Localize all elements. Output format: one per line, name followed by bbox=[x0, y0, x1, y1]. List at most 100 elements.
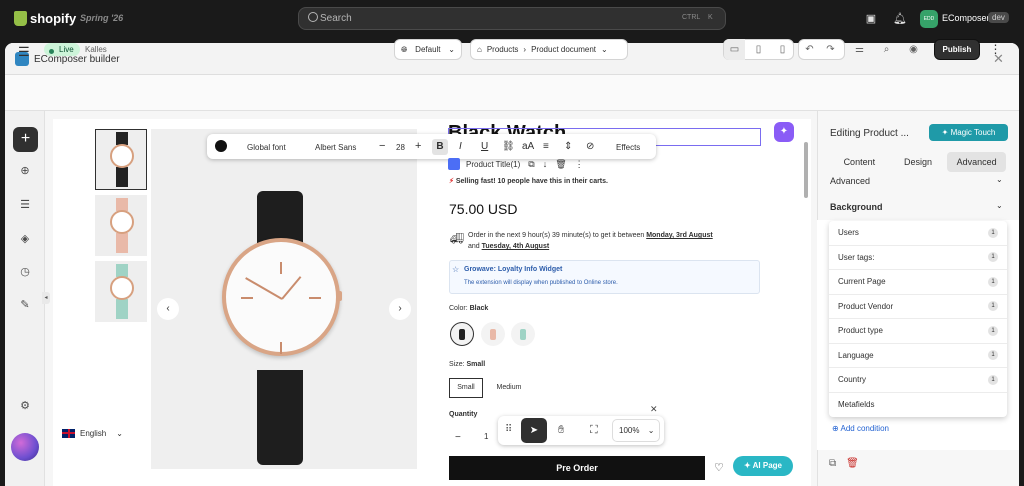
align-icon[interactable]: ≡ bbox=[543, 141, 549, 152]
tick-9 bbox=[241, 297, 253, 299]
condition-label: Users bbox=[838, 228, 859, 238]
element-chip-label[interactable]: Product Title(1) bbox=[466, 160, 520, 169]
next-image-button[interactable]: › bbox=[389, 298, 411, 320]
language-select[interactable]: English ⌄ bbox=[62, 423, 134, 443]
font-source[interactable]: Global font bbox=[247, 143, 286, 152]
mobile-icon[interactable]: ▯ bbox=[772, 39, 793, 60]
tab-content[interactable]: Content bbox=[830, 152, 889, 172]
page-select[interactable]: ⌂ Products › Product document ⌄ bbox=[470, 39, 628, 60]
font-size-increase[interactable]: + bbox=[415, 140, 421, 152]
duplicate-icon[interactable]: ⧉ bbox=[528, 159, 534, 170]
chevron-down-icon[interactable]: ⌄ bbox=[996, 201, 1003, 210]
zoom-select[interactable]: 100% ⌄ bbox=[612, 419, 660, 442]
breadcrumb-document[interactable]: Product document bbox=[531, 45, 596, 54]
thumbnail-mint[interactable] bbox=[95, 261, 147, 322]
condition-item-product-vendor[interactable]: Product Vendor 1 bbox=[829, 295, 1007, 319]
prev-image-button[interactable]: ‹ bbox=[157, 298, 179, 320]
chevron-down-icon: ⌄ bbox=[448, 45, 455, 54]
collapse-sidebar-icon[interactable]: ◂ bbox=[42, 292, 50, 304]
avatar[interactable]: EDD bbox=[920, 10, 938, 28]
user-name[interactable]: EComposer bbox=[942, 13, 990, 23]
settings-sliders-icon[interactable]: ⚌ bbox=[849, 39, 870, 60]
hand-tool-icon[interactable]: ✋︎ bbox=[558, 424, 564, 437]
text-case-button[interactable]: aA bbox=[522, 141, 534, 152]
font-family[interactable]: Albert Sans bbox=[315, 143, 356, 152]
condition-item-product-type[interactable]: Product type 1 bbox=[829, 319, 1007, 344]
apps-icon[interactable]: ✎ bbox=[16, 296, 34, 314]
swatch-mint[interactable] bbox=[511, 322, 535, 346]
canvas-scrollbar[interactable] bbox=[804, 142, 808, 198]
font-size-decrease[interactable]: − bbox=[379, 140, 385, 152]
menu-icon[interactable]: ☰ bbox=[18, 44, 30, 60]
heart-icon[interactable]: ♡ bbox=[714, 461, 724, 474]
layout-select[interactable]: 🌐︎ Default ⌄ bbox=[394, 39, 462, 60]
publish-button[interactable]: Publish bbox=[934, 39, 980, 60]
add-element-button[interactable]: + bbox=[13, 127, 38, 152]
gear-icon[interactable]: ⚙ bbox=[16, 397, 34, 415]
quantity-decrease[interactable]: − bbox=[455, 432, 461, 443]
cursor-tool-icon[interactable]: ➤ bbox=[521, 418, 547, 443]
tablet-icon[interactable]: ▯ bbox=[748, 39, 769, 60]
shopify-logo[interactable]: shopify bbox=[30, 11, 76, 26]
fit-screen-icon[interactable]: ⛶ bbox=[590, 424, 598, 437]
sections-icon[interactable]: ☰ bbox=[16, 196, 34, 214]
swatch-black[interactable] bbox=[450, 322, 474, 346]
ai-page-button[interactable]: ✦ AI Page bbox=[733, 456, 793, 476]
italic-button[interactable]: I bbox=[459, 141, 462, 152]
swatch-pink[interactable] bbox=[481, 322, 505, 346]
font-size-value[interactable]: 28 bbox=[396, 143, 405, 152]
search-input[interactable] bbox=[298, 7, 726, 30]
magic-touch-button[interactable]: ✦ Magic Touch bbox=[929, 124, 1008, 141]
link-icon[interactable]: ⛓︎ bbox=[502, 141, 515, 152]
advanced-section-header[interactable]: Advanced bbox=[830, 176, 870, 186]
thumbnail-black[interactable] bbox=[95, 129, 147, 190]
shopify-bag-icon[interactable] bbox=[14, 11, 27, 26]
breadcrumb-products[interactable]: Products bbox=[487, 45, 519, 54]
clear-format-icon[interactable]: ⊘ bbox=[586, 141, 594, 152]
tab-advanced[interactable]: Advanced bbox=[947, 152, 1007, 172]
condition-item-country[interactable]: Country 1 bbox=[829, 368, 1007, 393]
effects-button[interactable]: Effects bbox=[616, 143, 640, 152]
pre-order-button[interactable]: Pre Order bbox=[449, 456, 705, 480]
layers-icon[interactable]: ◈ bbox=[16, 230, 34, 248]
ai-magic-icon[interactable]: ✦ bbox=[774, 122, 794, 142]
condition-item-users[interactable]: Users 1 bbox=[829, 221, 1007, 246]
background-section-header[interactable]: Background bbox=[830, 202, 883, 212]
undo-icon[interactable]: ↶ bbox=[799, 39, 820, 60]
bold-button[interactable]: B bbox=[432, 139, 448, 155]
condition-item-user-tags[interactable]: User tags: 1 bbox=[829, 246, 1007, 270]
line-height-icon[interactable]: ⇕ bbox=[564, 141, 572, 152]
history-icon[interactable]: ◷ bbox=[16, 263, 34, 281]
condition-item-metafields[interactable]: Metafields bbox=[829, 393, 1007, 418]
close-icon[interactable]: ✕ bbox=[650, 404, 658, 415]
move-down-icon[interactable]: ↓ bbox=[543, 159, 548, 169]
size-option-small[interactable]: Small bbox=[449, 378, 483, 398]
inspect-icon[interactable]: ⌕ bbox=[876, 39, 897, 60]
add-condition-button[interactable]: ⊕ Add condition bbox=[832, 424, 889, 433]
store-icon[interactable]: ▣ bbox=[864, 12, 878, 26]
underline-button[interactable]: U bbox=[481, 141, 488, 152]
thumbnail-pink[interactable] bbox=[95, 195, 147, 256]
assistant-avatar[interactable] bbox=[11, 433, 39, 461]
copy-icon[interactable]: ⧉ bbox=[829, 458, 836, 469]
bell-icon[interactable]: 🔔︎ bbox=[893, 12, 907, 26]
text-color-swatch[interactable] bbox=[215, 140, 227, 152]
layout-icon[interactable]: ⊕ bbox=[16, 162, 34, 180]
trash-icon[interactable]: 🗑︎ bbox=[555, 159, 566, 170]
thumbnail-list bbox=[95, 129, 147, 327]
size-option-medium[interactable]: Medium bbox=[488, 378, 530, 398]
desktop-icon[interactable]: ▭ bbox=[724, 39, 745, 60]
preview-eye-icon[interactable]: ◉ bbox=[903, 39, 924, 60]
tab-design[interactable]: Design bbox=[889, 152, 948, 172]
more-options-icon[interactable]: ⋮ bbox=[575, 159, 584, 170]
redo-icon[interactable]: ↷ bbox=[820, 39, 841, 60]
chevron-down-icon[interactable]: ⌄ bbox=[996, 175, 1003, 184]
tick-12 bbox=[280, 262, 282, 274]
condition-item-current-page[interactable]: Current Page 1 bbox=[829, 270, 1007, 295]
trash-icon[interactable]: 🗑︎ bbox=[846, 458, 859, 469]
quantity-value[interactable]: 1 bbox=[484, 432, 488, 441]
watch-crown bbox=[336, 291, 342, 301]
more-options-icon[interactable]: ⋮ bbox=[985, 39, 1006, 60]
condition-item-language[interactable]: Language 1 bbox=[829, 344, 1007, 368]
drag-handle-icon[interactable]: ⠿ bbox=[505, 424, 512, 435]
